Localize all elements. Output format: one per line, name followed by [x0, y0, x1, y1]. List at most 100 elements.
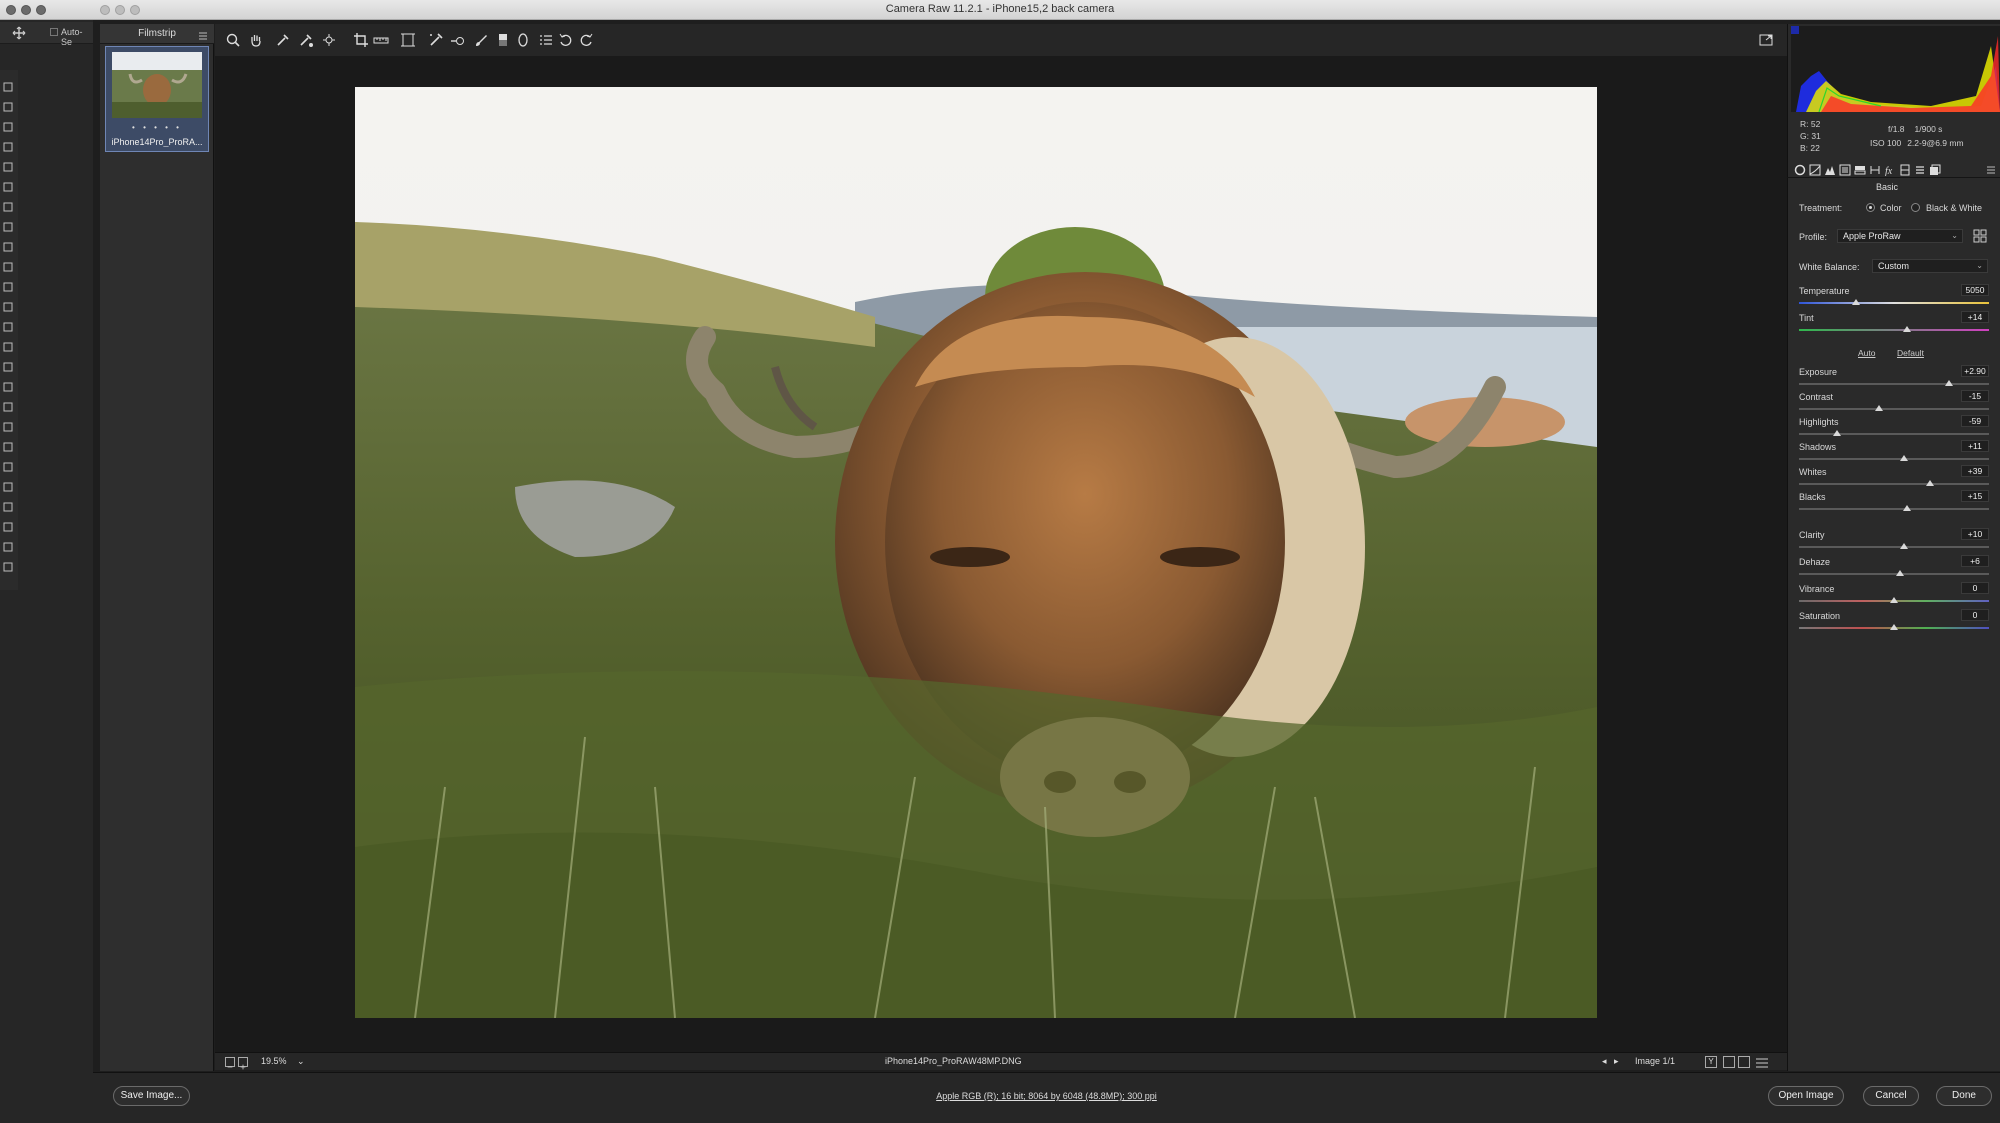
ps-history-brush-icon[interactable]	[2, 260, 14, 272]
white-balance-tool-icon[interactable]	[275, 32, 291, 48]
highlights-slider-thumb[interactable]	[1833, 430, 1841, 436]
treatment-color-radio[interactable]	[1866, 203, 1875, 212]
effects-tab-icon[interactable]: fx	[1884, 163, 1896, 177]
blacks-value-field[interactable]: +15	[1961, 490, 1989, 502]
preview-image[interactable]	[355, 87, 1597, 1018]
fullscreen-toggle-icon[interactable]	[1758, 32, 1774, 48]
ps-marquee-icon[interactable]	[2, 100, 14, 112]
blacks-slider-thumb[interactable]	[1903, 505, 1912, 511]
spot-removal-icon[interactable]	[428, 32, 444, 48]
ps-move-icon[interactable]	[2, 80, 14, 92]
ps-screen-mode-icon[interactable]	[2, 560, 14, 572]
lens-corrections-tab-icon[interactable]	[1869, 163, 1881, 175]
zoom-dropdown-chevron-icon[interactable]: ⌄	[297, 1056, 305, 1067]
radial-filter-icon[interactable]	[515, 32, 531, 48]
whites-slider-track[interactable]	[1799, 483, 1989, 485]
before-after-toggle-icon[interactable]: Y	[1705, 1056, 1717, 1068]
ps-stamp-icon[interactable]	[2, 240, 14, 252]
ps-healing-icon[interactable]	[2, 200, 14, 212]
white-balance-select[interactable]: Custom ⌄	[1872, 259, 1988, 273]
temperature-slider-thumb[interactable]	[1852, 299, 1860, 305]
prev-image-icon[interactable]: ◂	[1602, 1056, 1607, 1067]
ps-quick-mask-icon[interactable]	[2, 540, 14, 552]
shadows-slider-track[interactable]	[1799, 458, 1989, 460]
graduated-filter-icon[interactable]	[495, 32, 511, 48]
ps-brush-icon[interactable]	[2, 220, 14, 232]
clarity-value-field[interactable]: +10	[1961, 528, 1989, 540]
split-toning-tab-icon[interactable]	[1854, 163, 1866, 175]
ps-zoom-icon[interactable]	[2, 460, 14, 472]
contrast-slider-thumb[interactable]	[1874, 405, 1883, 411]
zoom-in-icon[interactable]	[238, 1057, 248, 1070]
whites-value-field[interactable]: +39	[1961, 465, 1989, 477]
ps-path-select-icon[interactable]	[2, 400, 14, 412]
workflow-options-link[interactable]: Apple RGB (R); 16 bit; 8064 by 6048 (48.…	[93, 1091, 2000, 1101]
exposure-slider-track[interactable]	[1799, 383, 1989, 385]
zoom-level[interactable]: 19.5%	[261, 1056, 287, 1066]
ps-blur-icon[interactable]	[2, 320, 14, 332]
ps-eraser-icon[interactable]	[2, 280, 14, 292]
ps-type-icon[interactable]	[2, 380, 14, 392]
presets-tab-icon[interactable]	[1914, 163, 1926, 175]
tint-slider-track[interactable]	[1799, 329, 1989, 331]
calibration-tab-icon[interactable]	[1899, 163, 1911, 176]
rotate-cw-icon[interactable]	[578, 32, 594, 48]
temperature-value-field[interactable]: 5050	[1961, 284, 1989, 296]
swap-settings-icon[interactable]	[1723, 1056, 1735, 1068]
saturation-slider-thumb[interactable]	[1890, 624, 1898, 630]
profile-browser-icon[interactable]	[1973, 229, 1987, 243]
zoom-tool-icon[interactable]	[225, 32, 241, 48]
preferences-icon[interactable]	[538, 32, 554, 48]
panel-menu-icon[interactable]	[1985, 163, 1997, 175]
shadows-value-field[interactable]: +11	[1961, 440, 1989, 452]
ps-eyedropper-icon[interactable]	[2, 180, 14, 192]
ps-crop-icon[interactable]	[2, 160, 14, 172]
zoom-out-icon[interactable]	[225, 1057, 235, 1068]
open-image-button[interactable]: Open Image	[1768, 1086, 1844, 1106]
saturation-value-field[interactable]: 0	[1961, 609, 1989, 621]
shadows-slider-thumb[interactable]	[1899, 455, 1908, 461]
detail-tab-icon[interactable]	[1824, 163, 1836, 175]
copy-settings-icon[interactable]	[1738, 1056, 1750, 1068]
tone-curve-tab-icon[interactable]	[1809, 163, 1821, 176]
basic-tab-icon[interactable]	[1794, 163, 1806, 176]
crop-tool-icon[interactable]	[353, 32, 369, 48]
dehaze-slider-thumb[interactable]	[1895, 570, 1904, 576]
rating-dots[interactable]: • • • • •	[105, 123, 209, 132]
tint-slider-thumb[interactable]	[1903, 326, 1912, 332]
blacks-slider-track[interactable]	[1799, 508, 1989, 510]
temperature-slider-track[interactable]	[1799, 302, 1989, 304]
snapshots-tab-icon[interactable]	[1929, 163, 1941, 175]
filmstrip-menu-icon[interactable]	[198, 28, 208, 40]
ps-more-icon[interactable]	[2, 480, 14, 492]
whites-slider-thumb[interactable]	[1926, 480, 1935, 486]
contrast-slider-track[interactable]	[1799, 408, 1989, 410]
color-sampler-icon[interactable]	[298, 32, 314, 48]
straighten-tool-icon[interactable]	[373, 32, 389, 48]
dehaze-slider-track[interactable]	[1799, 573, 1989, 575]
ps-hand-icon[interactable]	[2, 440, 14, 452]
ps-lasso-icon[interactable]	[2, 120, 14, 132]
tint-value-field[interactable]: +14	[1961, 311, 1989, 323]
ps-shape-icon[interactable]	[2, 420, 14, 432]
ps-dodge-icon[interactable]	[2, 340, 14, 352]
exposure-slider-thumb[interactable]	[1945, 380, 1954, 386]
dehaze-value-field[interactable]: +6	[1961, 555, 1989, 567]
hand-tool-icon[interactable]	[248, 32, 264, 48]
cancel-button[interactable]: Cancel	[1863, 1086, 1919, 1106]
next-image-icon[interactable]: ▸	[1614, 1056, 1619, 1067]
move-tool-icon[interactable]	[12, 26, 26, 40]
ps-foreground-color-icon[interactable]	[2, 520, 14, 532]
clarity-slider-track[interactable]	[1799, 546, 1989, 548]
treatment-bw-radio[interactable]	[1911, 203, 1920, 212]
vibrance-value-field[interactable]: 0	[1961, 582, 1989, 594]
highlights-value-field[interactable]: -59	[1961, 415, 1989, 427]
transform-tool-icon[interactable]	[400, 32, 416, 48]
profile-select[interactable]: Apple ProRaw ⌄	[1837, 229, 1963, 243]
auto-select-checkbox[interactable]	[50, 28, 58, 36]
default-link[interactable]: Default	[1897, 348, 1924, 358]
highlights-slider-track[interactable]	[1799, 433, 1989, 435]
ps-gradient-icon[interactable]	[2, 300, 14, 312]
exposure-value-field[interactable]: +2.90	[1961, 365, 1989, 377]
rotate-ccw-icon[interactable]	[558, 32, 574, 48]
